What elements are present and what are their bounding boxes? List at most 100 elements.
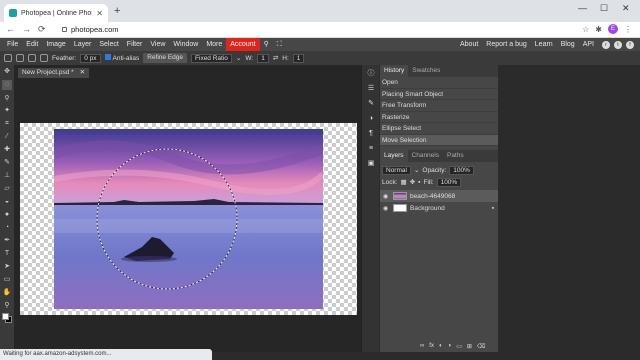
new-layer-icon[interactable]: ⊞: [467, 343, 472, 350]
type-icon[interactable]: T: [2, 249, 12, 259]
menu-file[interactable]: File: [3, 38, 22, 51]
dodge-icon[interactable]: ◔: [2, 223, 12, 233]
lock-position-icon[interactable]: ✥: [410, 178, 415, 186]
image-icon[interactable]: ▣: [365, 158, 377, 170]
layer-row[interactable]: ◉ Background ▪: [380, 202, 498, 214]
opacity-input[interactable]: 100%: [449, 165, 474, 175]
menu-about[interactable]: About: [456, 38, 482, 51]
chevron-down-icon[interactable]: ⌄: [236, 54, 241, 62]
foreground-color-swatch[interactable]: [2, 313, 9, 320]
info-icon[interactable]: ⓘ: [365, 68, 377, 80]
history-item[interactable]: Ellipse Select: [380, 123, 498, 135]
history-item[interactable]: Move Selection: [380, 134, 498, 146]
swap-icon[interactable]: ⇄: [273, 54, 278, 62]
properties-icon[interactable]: ☰: [365, 83, 377, 95]
brush-settings-icon[interactable]: ✎: [365, 98, 377, 110]
menu-more[interactable]: More: [202, 38, 226, 51]
lasso-icon[interactable]: ϙ: [2, 93, 12, 103]
height-input[interactable]: 1: [292, 53, 305, 63]
antialias-checkbox[interactable]: Anti-alias: [104, 54, 139, 62]
menu-view[interactable]: View: [146, 38, 169, 51]
tab-layers[interactable]: Layers: [380, 150, 408, 162]
adjustments-icon[interactable]: ◑: [365, 113, 377, 125]
tab-channels[interactable]: Channels: [408, 150, 443, 162]
shape-icon[interactable]: ▭: [2, 275, 12, 285]
brush-icon[interactable]: ✎: [2, 158, 12, 168]
profile-avatar[interactable]: E: [608, 24, 618, 34]
new-selection-icon[interactable]: [16, 54, 24, 62]
menu-learn[interactable]: Learn: [531, 38, 557, 51]
menu-layer[interactable]: Layer: [70, 38, 96, 51]
browser-tab[interactable]: Photopea | Online Photo Editor ✕: [4, 4, 108, 22]
mask-icon[interactable]: ◐: [439, 343, 443, 350]
beach-photo[interactable]: [54, 129, 323, 309]
twitter-icon[interactable]: t: [614, 40, 622, 49]
forward-button[interactable]: →: [22, 24, 31, 34]
menu-account[interactable]: Account: [226, 38, 260, 51]
history-item[interactable]: Open: [380, 77, 498, 89]
refine-edge-button[interactable]: Refine Edge: [143, 53, 188, 63]
reddit-icon[interactable]: r: [602, 40, 610, 49]
back-button[interactable]: ←: [6, 24, 15, 34]
crop-icon[interactable]: ⌗: [2, 119, 12, 129]
trash-icon[interactable]: ⌫: [477, 343, 485, 350]
tab-paths[interactable]: Paths: [443, 150, 468, 162]
menu-image[interactable]: Image: [42, 38, 69, 51]
document-tab[interactable]: New Project.psd * ✕: [18, 68, 90, 78]
lock-pixels-icon[interactable]: ▦: [401, 178, 407, 186]
marquee-icon[interactable]: ◌: [2, 80, 12, 90]
tab-swatches[interactable]: Swatches: [408, 65, 444, 77]
star-icon[interactable]: ☆: [582, 25, 589, 34]
menu-edit[interactable]: Edit: [22, 38, 42, 51]
blend-mode-select[interactable]: Normal: [382, 165, 411, 175]
clone-stamp-icon[interactable]: ⊥: [2, 171, 12, 181]
history-item[interactable]: Rasterize: [380, 112, 498, 123]
subtract-selection-icon[interactable]: [40, 54, 48, 62]
healing-icon[interactable]: ✚: [2, 145, 12, 155]
menu-filter[interactable]: Filter: [123, 38, 147, 51]
minimize-button[interactable]: —: [578, 3, 587, 13]
style-select[interactable]: Fixed Ratio: [191, 53, 232, 63]
adjustment-layer-icon[interactable]: ◑: [448, 343, 452, 350]
document-close-icon[interactable]: ✕: [80, 68, 85, 78]
path-select-icon[interactable]: ➤: [2, 262, 12, 272]
fill-input[interactable]: 100%: [436, 177, 462, 187]
history-item[interactable]: Free Transform: [380, 100, 498, 112]
effects-icon[interactable]: fx: [429, 343, 434, 350]
menu-window[interactable]: Window: [169, 38, 202, 51]
magic-wand-icon[interactable]: ✦: [2, 106, 12, 116]
url-field[interactable]: photopea.com: [62, 25, 119, 34]
eyedropper-icon[interactable]: ⁄: [2, 132, 12, 142]
paragraph-icon[interactable]: ¶: [365, 128, 377, 140]
canvas[interactable]: [20, 123, 357, 315]
close-window-button[interactable]: ✕: [622, 3, 630, 14]
fill-icon[interactable]: ◒: [2, 197, 12, 207]
pen-icon[interactable]: ✒: [2, 236, 12, 246]
width-input[interactable]: 1: [257, 53, 269, 63]
feather-input[interactable]: 0 px: [80, 53, 101, 63]
link-icon[interactable]: ∞: [420, 343, 424, 350]
hand-icon[interactable]: ✋: [2, 288, 12, 298]
css-icon[interactable]: ≡: [365, 143, 377, 155]
menu-blog[interactable]: Blog: [557, 38, 579, 51]
folder-icon[interactable]: ▭: [456, 343, 462, 350]
zoom-icon[interactable]: ⚲: [2, 301, 12, 311]
marquee-preset-icon[interactable]: [4, 54, 12, 62]
fullscreen-icon[interactable]: ⛶: [273, 38, 286, 51]
search-icon[interactable]: ⚲: [260, 38, 273, 51]
add-selection-icon[interactable]: [28, 54, 36, 62]
eye-icon[interactable]: ◉: [383, 205, 390, 212]
browser-menu-icon[interactable]: ⋮: [624, 25, 632, 34]
extensions-icon[interactable]: ✱: [595, 25, 602, 34]
eye-icon[interactable]: ◉: [383, 193, 390, 200]
facebook-icon[interactable]: f: [626, 40, 634, 49]
tab-history[interactable]: History: [380, 65, 409, 77]
blur-icon[interactable]: ●: [2, 210, 12, 220]
menu-report-bug[interactable]: Report a bug: [482, 38, 530, 51]
tab-close-icon[interactable]: ✕: [96, 9, 103, 18]
history-item[interactable]: Placing Smart Object: [380, 89, 498, 100]
move-icon[interactable]: ✥: [2, 67, 12, 77]
menu-api[interactable]: API: [579, 38, 598, 51]
lock-all-icon[interactable]: ▪: [418, 179, 420, 186]
new-tab-button[interactable]: +: [114, 5, 120, 17]
